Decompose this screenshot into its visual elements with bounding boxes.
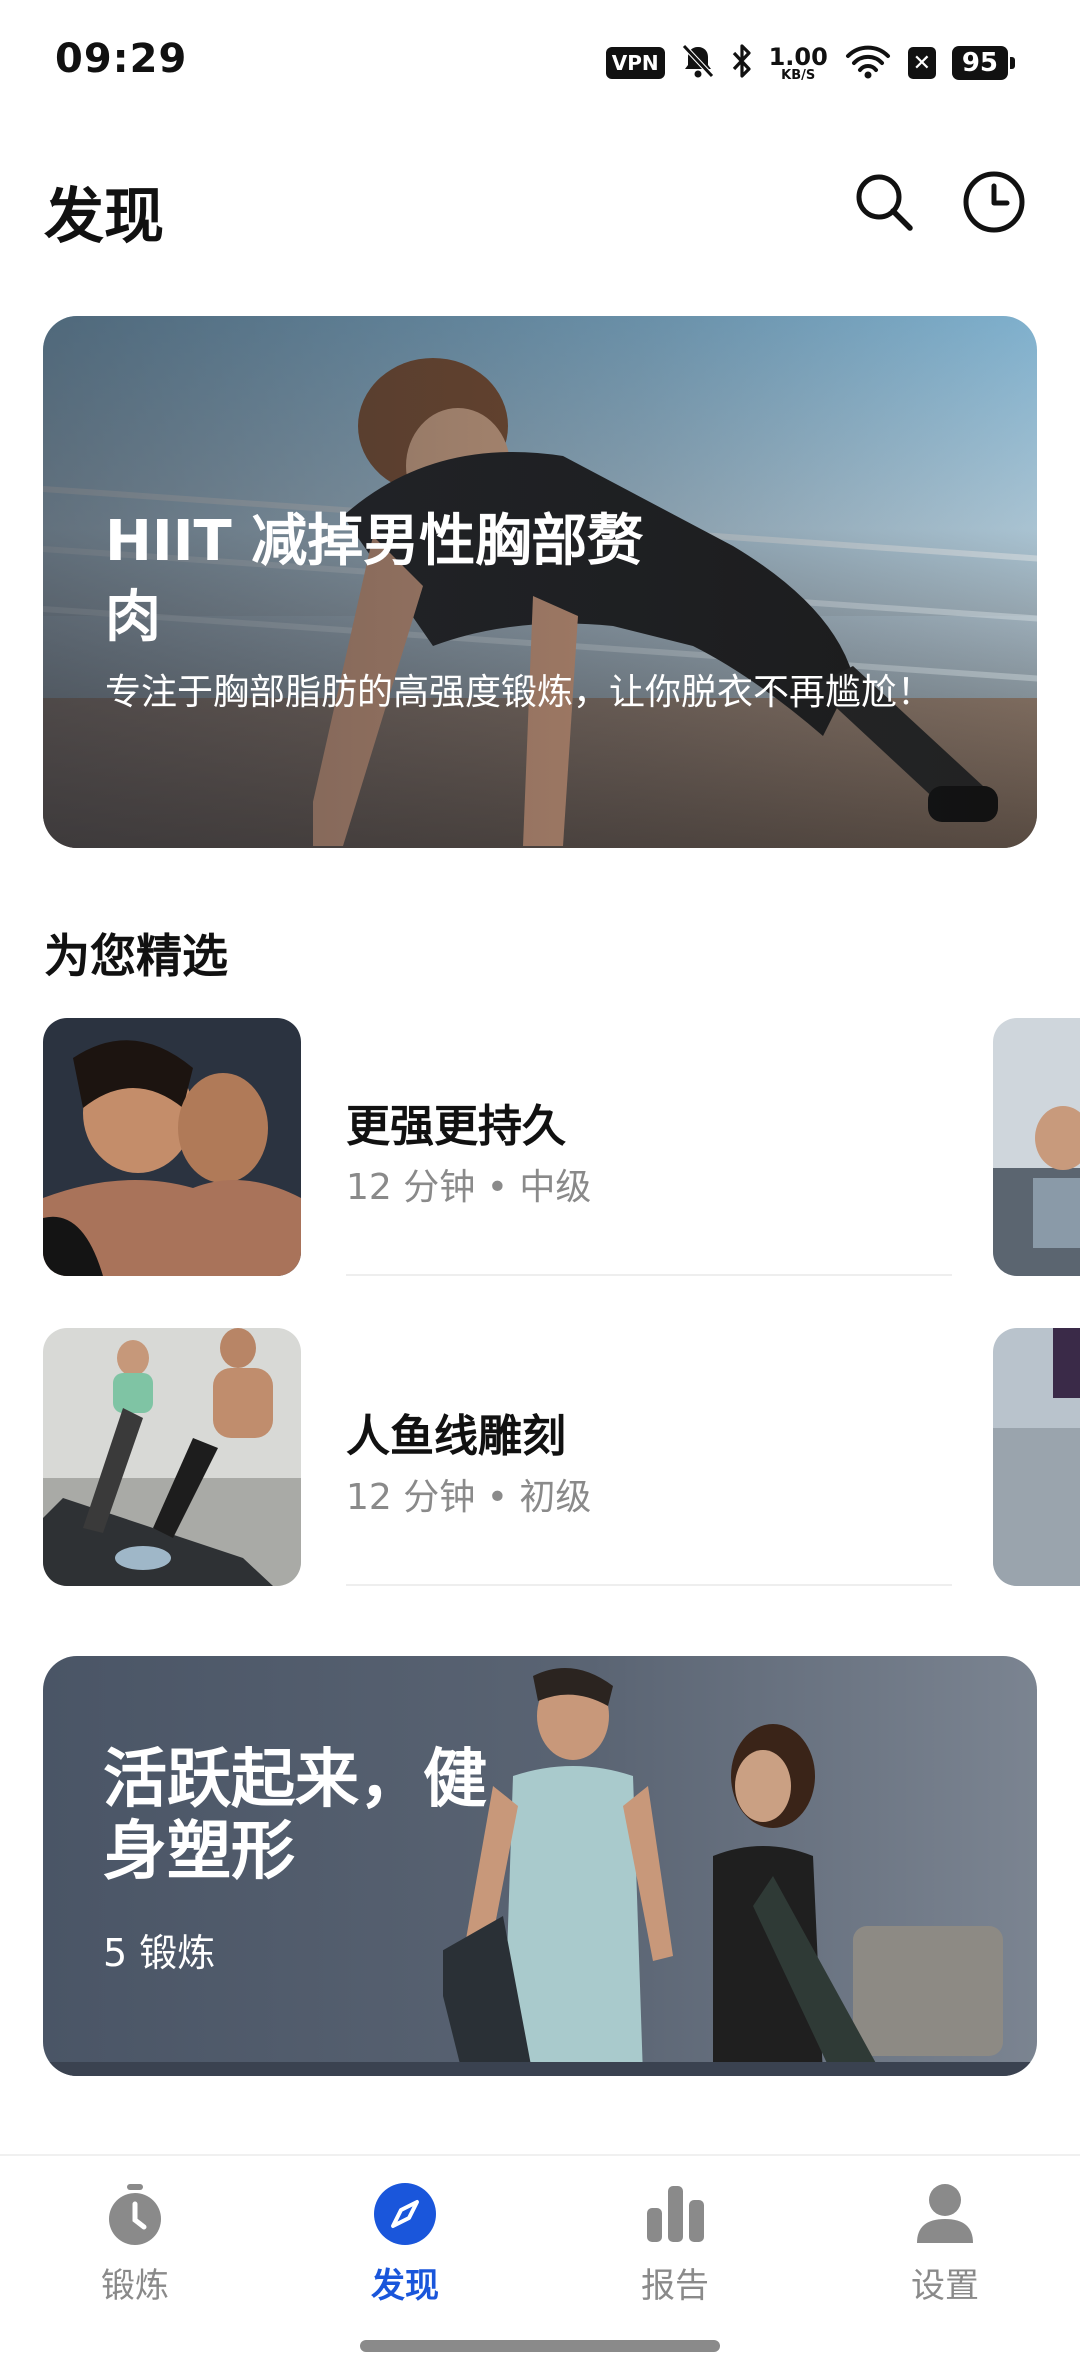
program-card-floor (43, 2062, 1037, 2076)
nav-label: 发现 (371, 2266, 439, 2306)
workout-meta: 12 分钟 • 中级 (346, 1167, 592, 1208)
stopwatch-icon (103, 2182, 167, 2246)
workout-list-item[interactable]: 人鱼线雕刻 12 分钟 • 初级 (0, 1328, 1080, 1588)
nav-item-report[interactable]: 报告 (575, 2182, 775, 2322)
program-card-image (443, 1668, 1003, 2076)
workout-list-item[interactable]: 更强更持久 12 分钟 • 中级 (0, 1018, 1080, 1278)
home-indicator[interactable] (360, 2340, 720, 2352)
workout-thumbnail (43, 1328, 301, 1586)
wifi-icon (844, 43, 892, 83)
history-clock-icon (963, 171, 1025, 233)
search-button[interactable] (848, 166, 920, 238)
next-card-thumbnail[interactable] (993, 1328, 1080, 1586)
battery-icon: 95 (951, 46, 1016, 80)
program-card[interactable]: 活跃起来，健身塑形 5 锻炼 (43, 1656, 1037, 2076)
hero-title: HIIT 减掉男性胸部赘肉 (105, 509, 644, 650)
person-icon (913, 2182, 977, 2246)
status-bar: 09:29 VPN 1.00 KB/S ✕ 95 (0, 0, 1080, 120)
vpn-icon: VPN (605, 47, 665, 79)
program-workout-count: 5 锻炼 (103, 1931, 216, 1975)
program-title: 活跃起来，健身塑形 (103, 1743, 487, 1889)
hero-banner[interactable]: HIIT 减掉男性胸部赘肉 专注于胸部脂肪的高强度锻炼，让你脱衣不再尴尬！ (43, 316, 1037, 848)
bluetooth-icon (731, 43, 753, 83)
workout-thumbnail (43, 1018, 301, 1276)
section-title: 为您精选 (44, 929, 228, 983)
compass-icon (373, 2182, 437, 2246)
workout-meta: 12 分钟 • 初级 (346, 1477, 592, 1518)
bar-chart-icon (643, 2182, 707, 2246)
nav-label: 设置 (911, 2266, 979, 2306)
status-time: 09:29 (55, 36, 188, 82)
divider (346, 1274, 952, 1276)
nav-item-discover[interactable]: 发现 (305, 2182, 505, 2322)
status-icons: VPN 1.00 KB/S ✕ 95 (605, 40, 1016, 86)
divider (346, 1584, 952, 1586)
x-icon: ✕ (907, 47, 936, 79)
next-card-thumbnail[interactable] (993, 1018, 1080, 1276)
search-icon (856, 174, 913, 231)
page-title: 发现 (44, 182, 164, 252)
hero-subtitle: 专注于胸部脂肪的高强度锻炼，让你脱衣不再尴尬！ (105, 672, 934, 713)
workout-title: 更强更持久 (346, 1101, 566, 1152)
nav-item-workout[interactable]: 锻炼 (35, 2182, 235, 2322)
mute-icon (681, 43, 715, 83)
nav-label: 锻炼 (101, 2266, 169, 2306)
nav-item-settings[interactable]: 设置 (845, 2182, 1045, 2322)
history-button[interactable] (958, 166, 1030, 238)
nav-label: 报告 (641, 2266, 709, 2306)
workout-title: 人鱼线雕刻 (346, 1411, 566, 1462)
network-speed: 1.00 KB/S (768, 42, 828, 83)
